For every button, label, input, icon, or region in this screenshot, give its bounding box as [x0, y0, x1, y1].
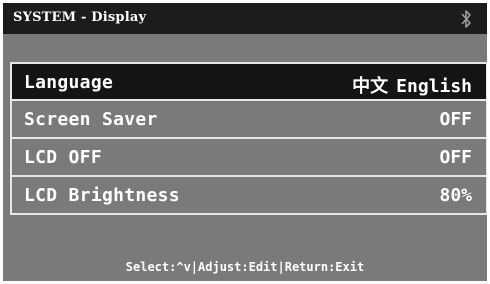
menu-item-label: LCD Brightness [24, 185, 180, 206]
key-hint-bar: Select:^v|Adjust:Edit|Return:Exit [125, 260, 365, 274]
menu-item-lcd-off[interactable]: LCD OFF OFF [12, 137, 486, 175]
title-bar: SYSTEM - Display [3, 3, 487, 34]
device-screen: SYSTEM - Display Language 中文 English Scre… [3, 3, 487, 281]
screen-saver-value[interactable]: OFF [439, 109, 472, 130]
lcd-brightness-value[interactable]: 80% [439, 185, 472, 206]
menu-item-label: Screen Saver [24, 109, 158, 130]
page-title: SYSTEM - Display [13, 10, 147, 25]
menu-item-lcd-brightness[interactable]: LCD Brightness 80% [12, 175, 486, 213]
bluetooth-icon [461, 10, 471, 28]
lcd-off-value[interactable]: OFF [439, 147, 472, 168]
language-option-chinese[interactable]: 中文 [352, 76, 388, 97]
language-option-english[interactable]: English [396, 76, 472, 97]
menu-item-label: Language [24, 72, 114, 93]
menu-item-label: LCD OFF [24, 147, 102, 168]
menu-item-language[interactable]: Language 中文 English [12, 64, 486, 99]
settings-menu: Language 中文 English Screen Saver OFF LCD … [10, 62, 487, 215]
language-value[interactable]: 中文 English [352, 72, 472, 98]
menu-item-screen-saver[interactable]: Screen Saver OFF [12, 99, 486, 137]
